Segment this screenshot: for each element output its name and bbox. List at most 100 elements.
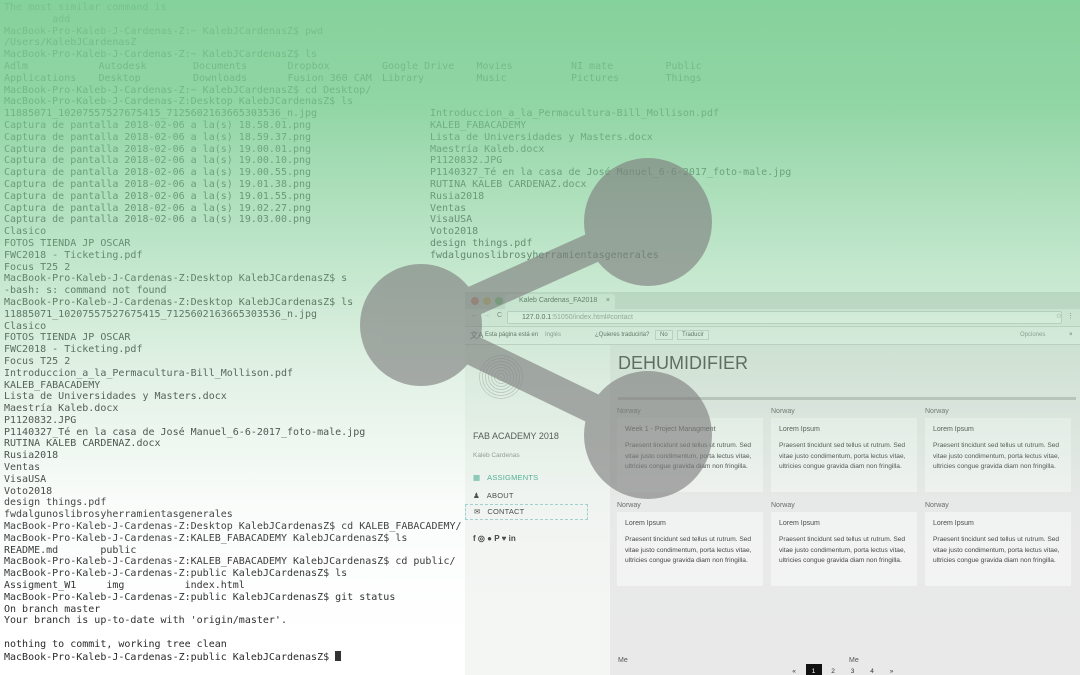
nav-about[interactable]: ♟ ABOUT — [473, 491, 514, 500]
nav-contact[interactable]: ✉ CONTACT — [465, 504, 588, 520]
terminal-output: The most similar command is add MacBook-P… — [4, 2, 791, 663]
options-button[interactable]: Opciones — [1020, 332, 1045, 338]
ls-entry: Music — [476, 72, 507, 84]
terminal-line: MacBook-Pro-Kaleb-J-Cardenas-Z:Desktop K… — [4, 96, 354, 108]
terminal-line: Applications Desktop Downloads Fusion 360 C… — [4, 72, 702, 85]
translate-bar: 文A Esta página está en Inglés ¿Quieres t… — [465, 327, 1080, 345]
ls-entry: NI mate — [571, 60, 614, 72]
page-link[interactable]: » — [884, 664, 900, 675]
bookmark-star-icon[interactable]: ☆ — [1056, 312, 1062, 320]
terminal-line: 11885071_10207557527675415_7125602163665… — [4, 308, 318, 320]
url-input[interactable]: 127.0.0.1:51050/index.html#contact — [507, 311, 1062, 324]
terminal-line: Voto2018 — [4, 485, 53, 497]
maximize-window-button[interactable] — [495, 297, 503, 305]
tab-bar: Kaleb Cardenas_FA2018 × — [465, 292, 1080, 309]
terminal-line: RUTINA KALEB CARDENAZ.docx — [4, 438, 161, 450]
terminal-line: On branch master — [4, 603, 101, 615]
ls-entry: Captura de pantalla 2018-02-06 a la(s) 1… — [4, 202, 312, 214]
ls-entry: Google Drive — [382, 60, 455, 72]
terminal-line: Captura de pantalla 2018-02-06 a la(s) 1… — [4, 155, 502, 167]
card-title: Lorem Ipsum — [779, 520, 820, 527]
ls-entry: Rusia2018 — [430, 190, 485, 202]
no-button[interactable]: No — [655, 330, 673, 340]
card-text: Praesent tincidunt sed tellus ut rutrum.… — [625, 442, 752, 470]
project-card[interactable]: Norway Week 1 - Project Managment Praesent… — [617, 408, 763, 492]
site-subtitle: Kaleb Cardenas — [473, 452, 520, 459]
ls-entry: P1120832.JPG — [430, 155, 503, 167]
broken-image: Norway — [771, 408, 795, 415]
terminal-line: FWC2018 - Ticketing.pdf fwdalgunoslibrosy… — [4, 250, 659, 262]
project-card[interactable]: Norway Lorem Ipsum Praesent tincidunt sed … — [617, 502, 763, 586]
terminal-line: Adlm Autodesk Documents Dropbox Google Drive… — [4, 60, 702, 73]
instagram-icon[interactable]: ◎ — [478, 534, 485, 543]
terminal-line: -bash: s: command not found — [4, 285, 167, 297]
terminal-line: FWC2018 - Ticketing.pdf — [4, 344, 143, 356]
pinterest-icon[interactable]: P — [494, 534, 499, 543]
close-window-button[interactable] — [471, 297, 479, 305]
main-content: DEHUMIDIFIER Norway Week 1 - Project Mana… — [610, 345, 1080, 675]
twitter-icon[interactable]: ♥ — [502, 534, 507, 543]
terminal-line: FOTOS TIENDA JP OSCAR — [4, 332, 131, 344]
page-title: DEHUMIDIFIER — [618, 353, 748, 373]
terminal-line: MacBook-Pro-Kaleb-J-Cardenas-Z:KALEB_FAB… — [4, 556, 456, 568]
page-link[interactable]: 1 — [805, 664, 822, 675]
broken-image: Norway — [925, 408, 949, 415]
card-title: Week 1 - Project Managment — [625, 426, 716, 433]
card-text: Praesent tincidunt sed tellus ut rutrum.… — [779, 442, 906, 470]
ls-entry: fwdalgunoslibrosyherramientasgenerales — [430, 249, 659, 261]
terminal-line: Captura de pantalla 2018-02-06 a la(s) 1… — [4, 190, 484, 203]
menu-icon[interactable]: ⋮ — [1067, 312, 1074, 320]
terminal-line: Captura de pantalla 2018-02-06 a la(s) 1… — [4, 214, 472, 226]
project-card[interactable]: Norway Lorem Ipsum Praesent tincidunt sed … — [771, 408, 917, 492]
social-icons: f ◎ ● P ♥ in — [473, 534, 516, 543]
close-translate-icon[interactable]: × — [1069, 332, 1073, 338]
linkedin-icon[interactable]: in — [509, 534, 516, 543]
nav-assigments[interactable]: ▦ ASSIGMENTS — [473, 473, 538, 482]
ls-entry: Lista de Universidades y Masters.docx — [430, 131, 653, 143]
grid-icon: ▦ — [473, 473, 481, 482]
translate-button[interactable]: Traducir — [677, 330, 709, 340]
terminal-line: Clasico Voto2018 — [4, 226, 478, 238]
card-text: Praesent tincidunt sed tellus ut rutrum.… — [625, 536, 752, 564]
page-link[interactable]: 4 — [864, 664, 880, 675]
forward-icon[interactable]: → — [483, 312, 490, 319]
envelope-icon: ✉ — [474, 507, 481, 516]
broken-image: Norway — [925, 502, 949, 509]
divider — [618, 397, 1076, 400]
browser-tab[interactable]: Kaleb Cardenas_FA2018 × — [505, 294, 615, 309]
minimize-window-button[interactable] — [483, 297, 491, 305]
close-tab-icon[interactable]: × — [606, 297, 610, 304]
ls-entry: Captura de pantalla 2018-02-06 a la(s) 1… — [4, 190, 312, 202]
me-image-2: Me — [849, 657, 859, 664]
sidebar: FAB ACADEMY 2018 Kaleb Cardenas ▦ ASSIGM… — [465, 345, 610, 675]
terminal-line: Captura de pantalla 2018-02-06 a la(s) 1… — [4, 202, 466, 215]
ls-entry: Captura de pantalla 2018-02-06 a la(s) 1… — [4, 131, 312, 143]
terminal-line: MacBook-Pro-Kaleb-J-Cardenas-Z:~ KalebJC… — [4, 25, 324, 37]
ls-entry: Library — [382, 72, 425, 84]
ls-entry: Captura de pantalla 2018-02-06 a la(s) 1… — [4, 214, 312, 226]
terminal-line: nothing to commit, working tree clean — [4, 639, 227, 651]
terminal-line: MacBook-Pro-Kaleb-J-Cardenas-Z:Desktop K… — [4, 521, 462, 533]
facebook-icon[interactable]: f — [473, 534, 476, 543]
terminal-line: MacBook-Pro-Kaleb-J-Cardenas-Z:~ KalebJC… — [4, 49, 318, 61]
me-image-1: Me — [618, 657, 628, 664]
reload-icon[interactable]: C — [497, 312, 502, 319]
page-link[interactable]: 3 — [845, 664, 861, 675]
language-select[interactable]: Inglés — [545, 332, 561, 338]
prompt: MacBook-Pro-Kaleb-J-Cardenas-Z:public Ka… — [4, 651, 336, 663]
project-card[interactable]: Norway Lorem Ipsum Praesent tincidunt sed … — [925, 408, 1071, 492]
card-title: Lorem Ipsum — [933, 426, 974, 433]
page-link[interactable]: 2 — [825, 664, 841, 675]
ls-entry: Captura de pantalla 2018-02-06 a la(s) 1… — [4, 143, 312, 155]
github-icon[interactable]: ● — [487, 534, 492, 543]
back-icon[interactable]: ← — [471, 312, 478, 319]
project-card[interactable]: Norway Lorem Ipsum Praesent tincidunt sed … — [925, 502, 1071, 586]
ls-entry: Voto2018 — [430, 226, 479, 238]
terminal-line: Maestría Kaleb.docx — [4, 403, 119, 415]
cursor — [335, 650, 342, 661]
ls-entry: Applications — [4, 72, 77, 84]
card-title: Lorem Ipsum — [933, 520, 974, 527]
project-card[interactable]: Norway Lorem Ipsum Praesent tincidunt sed … — [771, 502, 917, 586]
page-link[interactable]: « — [786, 664, 802, 675]
